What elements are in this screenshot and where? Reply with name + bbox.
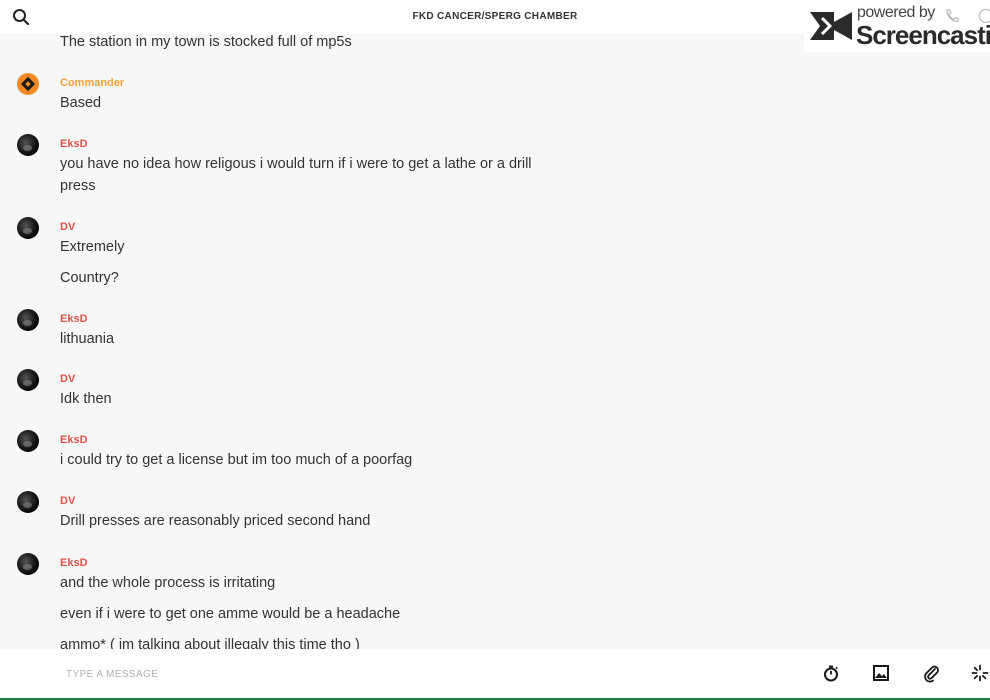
message-line: press: [60, 177, 96, 194]
avatar[interactable]: [17, 73, 39, 95]
message-input[interactable]: [66, 662, 766, 686]
message-text: Extremely: [60, 239, 125, 255]
message-text: The station in my town is stocked full o…: [60, 34, 352, 50]
message-text: Based: [60, 95, 102, 111]
avatar[interactable]: [17, 309, 39, 331]
avatar[interactable]: [17, 369, 39, 391]
message-author[interactable]: EksD: [60, 138, 88, 150]
phone-icon[interactable]: [944, 8, 960, 29]
message-text: and the whole process is irritating: [60, 575, 276, 591]
timer-icon[interactable]: [821, 663, 841, 683]
message-line: you have no idea how religous i would tu…: [60, 156, 532, 172]
message-text: lithuania: [60, 331, 115, 347]
message-author[interactable]: DV: [60, 495, 75, 507]
message-author[interactable]: DV: [60, 373, 75, 385]
avatar[interactable]: [17, 491, 39, 513]
image-icon[interactable]: [871, 663, 891, 683]
message-text: Idk then: [60, 391, 112, 407]
sparkle-icon[interactable]: [970, 663, 990, 683]
message-text: ammo* ( im talking about illegaly this t…: [60, 637, 360, 649]
message-text: you have no idea how religous i would tu…: [60, 154, 550, 197]
message-text: Drill presses are reasonably priced seco…: [60, 513, 371, 529]
info-icon[interactable]: [978, 8, 990, 29]
message-author[interactable]: EksD: [60, 313, 88, 325]
avatar[interactable]: [17, 553, 39, 575]
message-author[interactable]: Commander: [60, 77, 124, 89]
message-composer: [0, 649, 990, 698]
avatar[interactable]: [17, 134, 39, 156]
message-text: i could try to get a license but im too …: [60, 452, 413, 468]
message-author[interactable]: EksD: [60, 434, 88, 446]
message-author[interactable]: DV: [60, 221, 75, 233]
message-list[interactable]: The station in my town is stocked full o…: [0, 34, 990, 649]
message-text: Country?: [60, 270, 119, 286]
message-text: even if i were to get one amme would be …: [60, 606, 401, 622]
attachment-icon[interactable]: [921, 663, 941, 683]
message-author[interactable]: EksD: [60, 557, 88, 569]
chat-app: FKD CANCER/SPERG CHAMBER powered by Scre…: [0, 0, 990, 700]
avatar[interactable]: [17, 217, 39, 239]
avatar[interactable]: [17, 430, 39, 452]
